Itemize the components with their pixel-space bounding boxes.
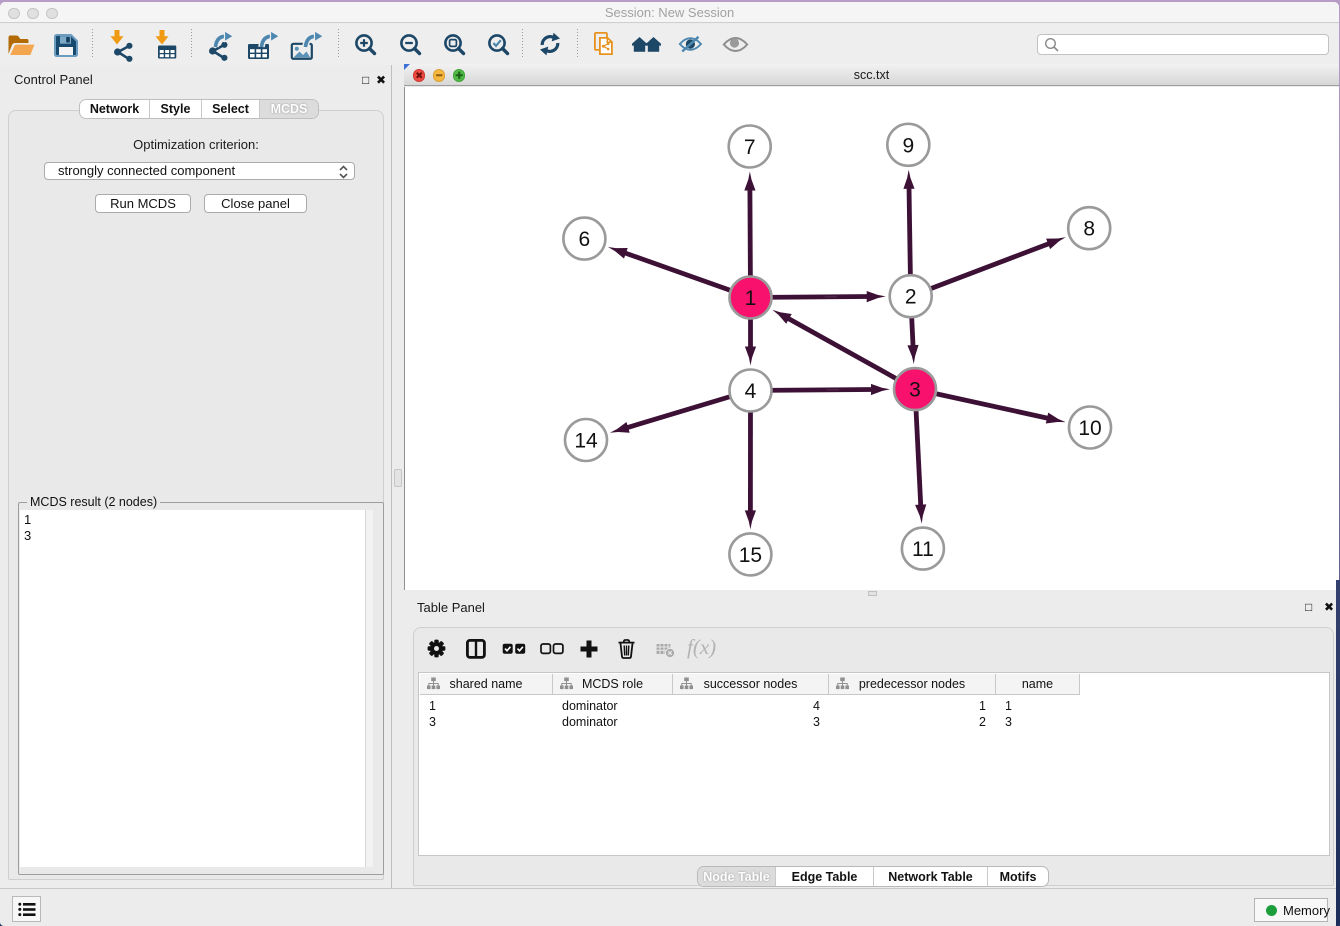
- svg-text:4: 4: [745, 380, 757, 403]
- svg-text:1: 1: [745, 287, 757, 310]
- svg-text:2: 2: [905, 286, 917, 309]
- svg-text:15: 15: [739, 544, 762, 567]
- svg-text:3: 3: [909, 379, 921, 402]
- svg-text:6: 6: [579, 228, 591, 251]
- svg-text:10: 10: [1078, 417, 1101, 440]
- svg-text:14: 14: [574, 430, 598, 453]
- svg-text:11: 11: [912, 538, 934, 561]
- svg-text:7: 7: [744, 136, 756, 159]
- svg-text:9: 9: [902, 134, 914, 157]
- svg-text:8: 8: [1083, 218, 1095, 241]
